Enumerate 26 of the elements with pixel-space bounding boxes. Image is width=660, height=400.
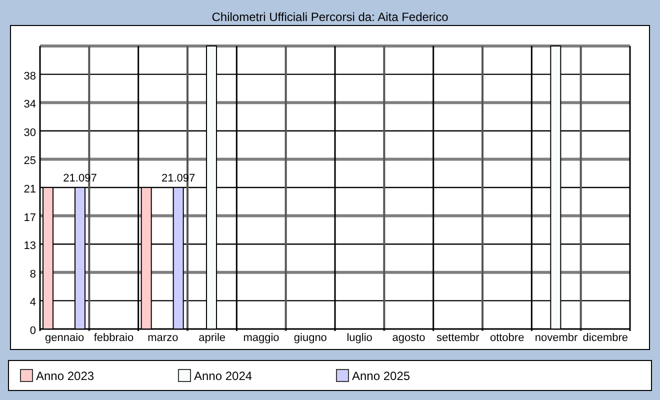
- axis-tick-label: 8: [30, 268, 36, 280]
- axis-tick-label: novembr: [534, 332, 578, 344]
- axis-tick-label: dicembre: [582, 332, 628, 344]
- axis-tick-label: marzo: [148, 332, 178, 344]
- axis-tick-label: giugno: [294, 332, 327, 344]
- axis-tick-label: 25: [24, 155, 36, 168]
- chart-title: Chilometri Ufficiali Percorsi da: Aita Federico: [210, 9, 450, 25]
- axis-tick-label: ottobre: [490, 332, 524, 344]
- legend-label: Anno 2025: [352, 368, 410, 384]
- axis-tick-label: gennaio: [45, 332, 84, 344]
- axis-tick-label: febbraio: [94, 332, 134, 344]
- axis-tick-label: 13: [24, 240, 36, 252]
- axis-tick-label: luglio: [346, 332, 372, 344]
- axis-tick-label: 38: [24, 70, 36, 82]
- axis-tick-label: settembr: [436, 332, 480, 344]
- legend-label: Anno 2023: [36, 368, 94, 384]
- axis-tick-label: aprile: [198, 332, 226, 344]
- axis-tick-label: 34: [24, 98, 36, 111]
- axis-tick-label: 30: [24, 126, 36, 139]
- axis-tick-label: 21: [24, 184, 36, 196]
- axis-tick-label: 17: [24, 212, 36, 224]
- legend-label: Anno 2024: [194, 368, 252, 384]
- axis-tick-label: maggio: [243, 332, 280, 344]
- axis-tick-label: agosto: [392, 332, 426, 344]
- axis-tick-label: 0: [30, 325, 36, 337]
- axis-tick-label: 4: [30, 296, 36, 309]
